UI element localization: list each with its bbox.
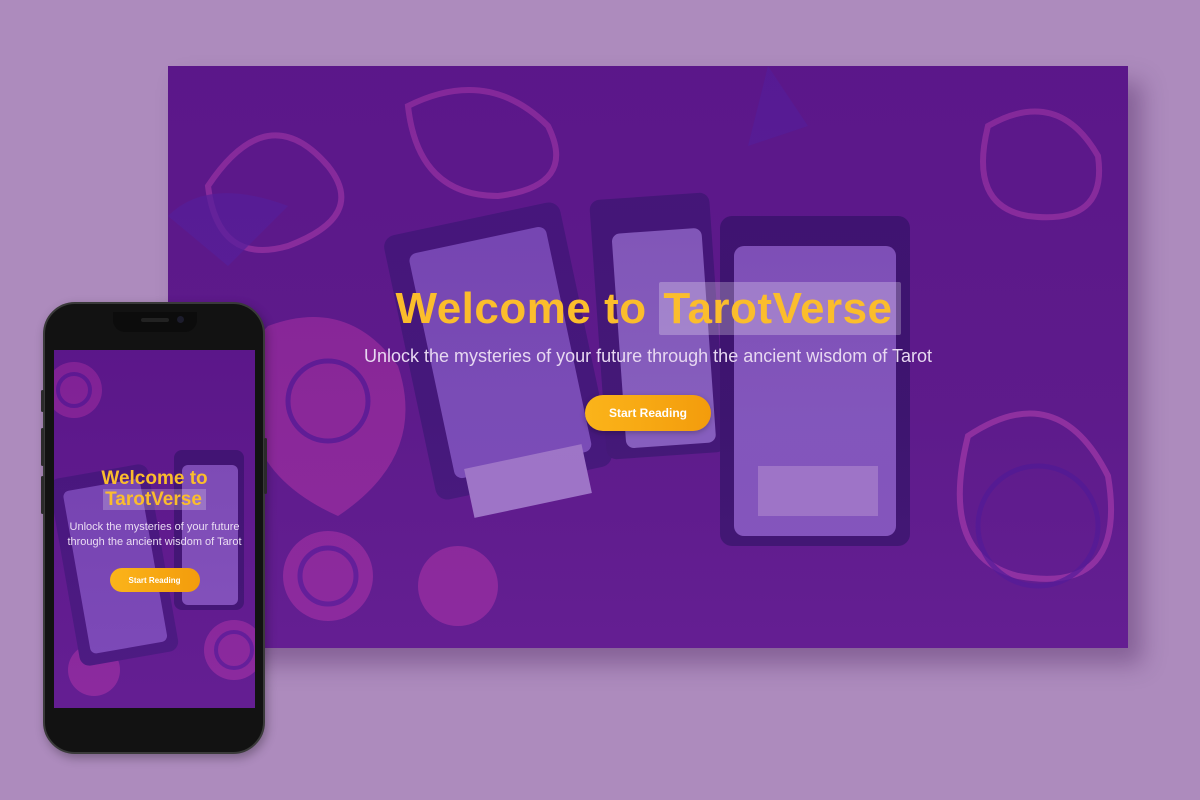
mobile-hero-title-line1: Welcome to <box>101 468 208 489</box>
phone-mockup: Welcome to TarotVerse Unlock the mysteri… <box>41 302 267 754</box>
hero-title-prefix: Welcome to <box>395 284 647 333</box>
phone-notch <box>113 312 197 332</box>
phone-volume-up <box>41 428 44 466</box>
hero-section: Welcome to TarotVerse Unlock the mysteri… <box>168 66 1128 648</box>
mobile-hero-title-brand: TarotVerse <box>103 489 206 510</box>
phone-speaker <box>141 318 169 322</box>
mobile-start-reading-button[interactable]: Start Reading <box>109 568 200 592</box>
hero-subtitle: Unlock the mysteries of your future thro… <box>364 346 932 366</box>
phone-mute-switch <box>41 390 44 412</box>
mobile-hero-subtitle: Unlock the mysteries of your future thro… <box>67 521 242 548</box>
hero-title: Welcome to TarotVerse <box>395 282 901 335</box>
start-reading-button[interactable]: Start Reading <box>585 395 711 431</box>
hero-title-brand: TarotVerse <box>659 282 901 335</box>
mobile-hero-title: Welcome to TarotVerse <box>101 468 208 510</box>
phone-volume-down <box>41 476 44 514</box>
mobile-hero-section: Welcome to TarotVerse Unlock the mysteri… <box>54 350 255 708</box>
desktop-mockup: Welcome to TarotVerse Unlock the mysteri… <box>168 66 1128 648</box>
phone-camera <box>177 316 184 323</box>
phone-power-button <box>264 438 267 494</box>
phone-screen: Welcome to TarotVerse Unlock the mysteri… <box>54 350 255 708</box>
